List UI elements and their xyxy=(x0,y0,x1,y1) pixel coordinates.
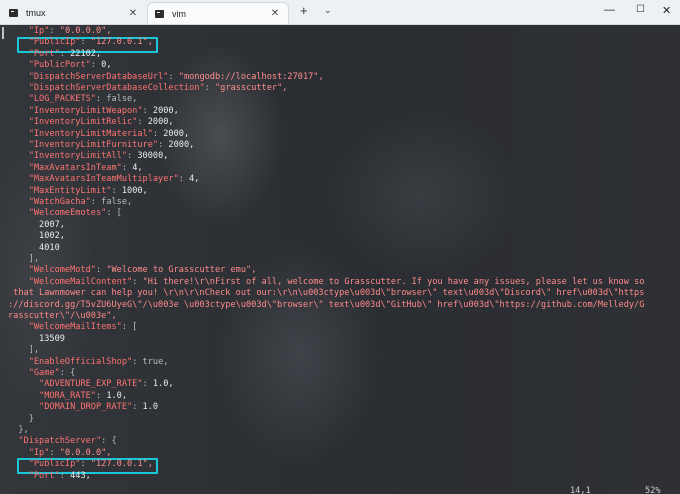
code-line: 1002, xyxy=(8,231,65,242)
tab-label: tmux xyxy=(26,8,46,18)
code-line: "ADVENTURE_EXP_RATE": 1.0, xyxy=(39,379,174,390)
minimize-button[interactable]: — xyxy=(604,4,615,16)
code-line: "WelcomeMailItems": [ xyxy=(28,322,138,333)
code-line: "DOMAIN_DROP_RATE": 1.0 xyxy=(39,402,159,413)
code-line: "Ip": "0.0.0.0", xyxy=(28,26,112,36)
maximize-button[interactable]: ☐ xyxy=(636,4,645,15)
tab-label: vim xyxy=(172,8,186,19)
code-line: "InventoryLimitRelic": 2000, xyxy=(28,117,174,128)
new-tab-button[interactable]: + xyxy=(300,3,308,18)
code-line: "WelcomeEmotes": [ xyxy=(28,208,122,219)
tab-close-icon[interactable]: ✕ xyxy=(126,8,140,19)
code-line: "PublicIp": "127.0.0.1", xyxy=(28,37,153,48)
code-line: 4010 xyxy=(8,242,60,253)
cursor-marker xyxy=(2,27,4,39)
code-line: "MaxAvatarsInTeam": 4, xyxy=(28,162,143,173)
cursor-position: 14,1 xyxy=(570,486,591,494)
vim-editor[interactable]: 14,1 52% "Ip": "0.0.0.0", "PublicIp": "1… xyxy=(0,25,680,494)
title-bar: tmux ✕ vim ✕ + ⌄ — ☐ ✕ xyxy=(0,0,680,25)
code-line: "WelcomeMailContent": "Hi there!\r\nFirs… xyxy=(28,276,645,287)
code-line: "Game": { xyxy=(28,368,76,378)
scroll-percent: 52% xyxy=(645,486,661,494)
tab-vim[interactable]: vim ✕ xyxy=(147,2,289,24)
chevron-down-icon[interactable]: ⌄ xyxy=(324,5,332,16)
code-line: "PublicPort": 0, xyxy=(28,60,112,71)
code-line: "Port": 443, xyxy=(28,470,91,481)
code-line: rasscutter\"/\u003e", xyxy=(8,311,117,321)
tab-close-icon[interactable]: ✕ xyxy=(268,8,282,19)
code-line: ], xyxy=(8,345,40,356)
terminal-icon xyxy=(155,9,164,18)
code-line: "EnableOfficialShop": true, xyxy=(28,356,169,367)
code-line: that Lawnmower can help you! \r\n\r\nChe… xyxy=(8,288,645,299)
code-line: "MaxEntityLimit": 1000, xyxy=(28,185,148,196)
code-line: "InventoryLimitFurniture": 2000, xyxy=(28,140,195,150)
code-line: } xyxy=(8,413,34,424)
code-line: "MaxAvatarsInTeamMultiplayer": 4, xyxy=(28,174,200,185)
code-line: "MORA_RATE": 1.0, xyxy=(39,390,128,401)
code-line: ://discord.gg/T5vZU6UyeG\"/\u003e \u003c… xyxy=(8,299,645,310)
code-line: "DispatchServer": { xyxy=(18,436,117,447)
code-line: "InventoryLimitAll": 30000, xyxy=(28,151,169,162)
code-line: "Port": 22102, xyxy=(28,48,102,59)
code-line: 2007, xyxy=(8,219,65,230)
code-line: "DispatchServerDatabaseCollection": "gra… xyxy=(28,83,288,93)
code-line: "DispatchServerDatabaseUrl": "mongodb://… xyxy=(28,71,324,82)
code-line: "InventoryLimitWeapon": 2000, xyxy=(28,105,179,116)
code-line: "WelcomeMotd": "Welcome to Grasscutter e… xyxy=(28,265,257,276)
code-line: "Ip": "0.0.0.0", xyxy=(28,447,112,458)
code-line: }, xyxy=(8,425,29,435)
code-line: "PublicIp": "127.0.0.1", xyxy=(28,459,153,470)
code-line: "WatchGacha": false, xyxy=(28,197,133,207)
tab-tmux[interactable]: tmux ✕ xyxy=(2,2,146,24)
code-line: 13509 xyxy=(8,333,65,344)
code-line: "LOG_PACKETS": false, xyxy=(28,94,138,105)
close-window-button[interactable]: ✕ xyxy=(662,4,671,17)
code-line: "InventoryLimitMaterial": 2000, xyxy=(28,128,190,139)
terminal-icon xyxy=(9,9,18,17)
code-line: ], xyxy=(8,254,40,264)
